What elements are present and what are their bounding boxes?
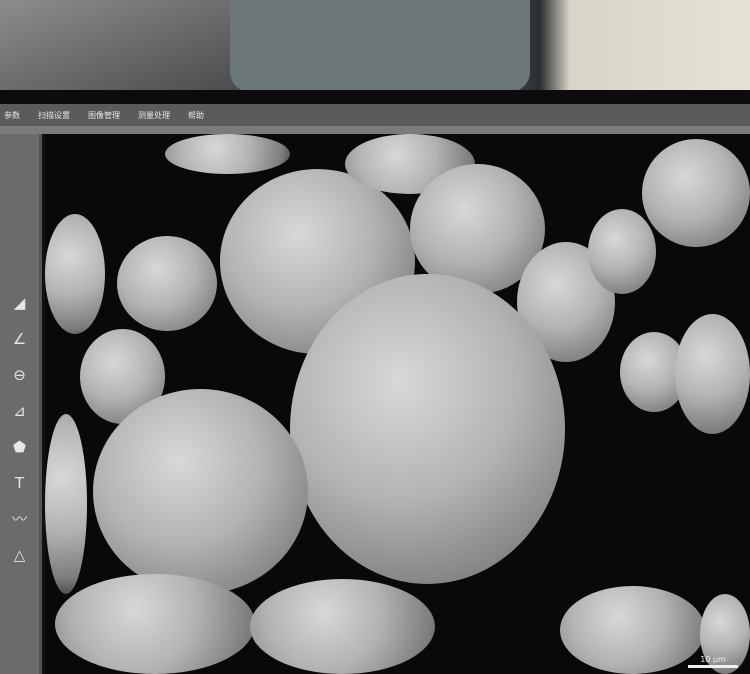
menu-bar: 参数 扫描设置 图像管理 测量处理 帮助 <box>0 104 750 134</box>
background-room <box>0 0 750 100</box>
particle <box>560 586 705 674</box>
menu-scan-settings[interactable]: 扫描设置 <box>38 110 70 121</box>
paper <box>0 0 240 90</box>
waveform-icon[interactable]: 〰 <box>12 510 27 528</box>
polygon-icon[interactable]: ⬟ <box>13 438 26 456</box>
menu-help[interactable]: 帮助 <box>188 110 204 121</box>
menu-parameters[interactable]: 参数 <box>4 110 20 121</box>
angle-icon[interactable]: ∠ <box>13 330 26 348</box>
scale-line <box>688 665 738 668</box>
particle <box>250 579 435 674</box>
particle <box>165 134 290 174</box>
circle-line-icon[interactable]: ⊖ <box>13 366 26 384</box>
particle <box>642 139 750 247</box>
scale-label: 10 μm <box>700 655 726 664</box>
menu-measurement[interactable]: 测量处理 <box>138 110 170 121</box>
particle <box>675 314 750 434</box>
arrow-icon[interactable]: ◢ <box>14 294 26 312</box>
particle <box>93 389 308 594</box>
monitor-bezel <box>0 90 750 104</box>
menu-image-management[interactable]: 图像管理 <box>88 110 120 121</box>
particle <box>117 236 217 331</box>
angle-measure-icon[interactable]: ⊿ <box>13 402 26 420</box>
particle <box>55 574 255 674</box>
particle <box>588 209 656 294</box>
particle-large <box>290 274 565 584</box>
tool-palette: ◢ ∠ ⊖ ⊿ ⬟ T 〰 △ <box>0 134 42 674</box>
sem-image-viewport[interactable]: 10 μm <box>45 134 750 674</box>
particle <box>45 414 87 594</box>
particle <box>45 214 105 334</box>
text-icon[interactable]: T <box>15 474 24 492</box>
triangle-icon[interactable]: △ <box>14 546 26 564</box>
scale-bar: 10 μm <box>688 655 738 668</box>
person <box>230 0 530 92</box>
